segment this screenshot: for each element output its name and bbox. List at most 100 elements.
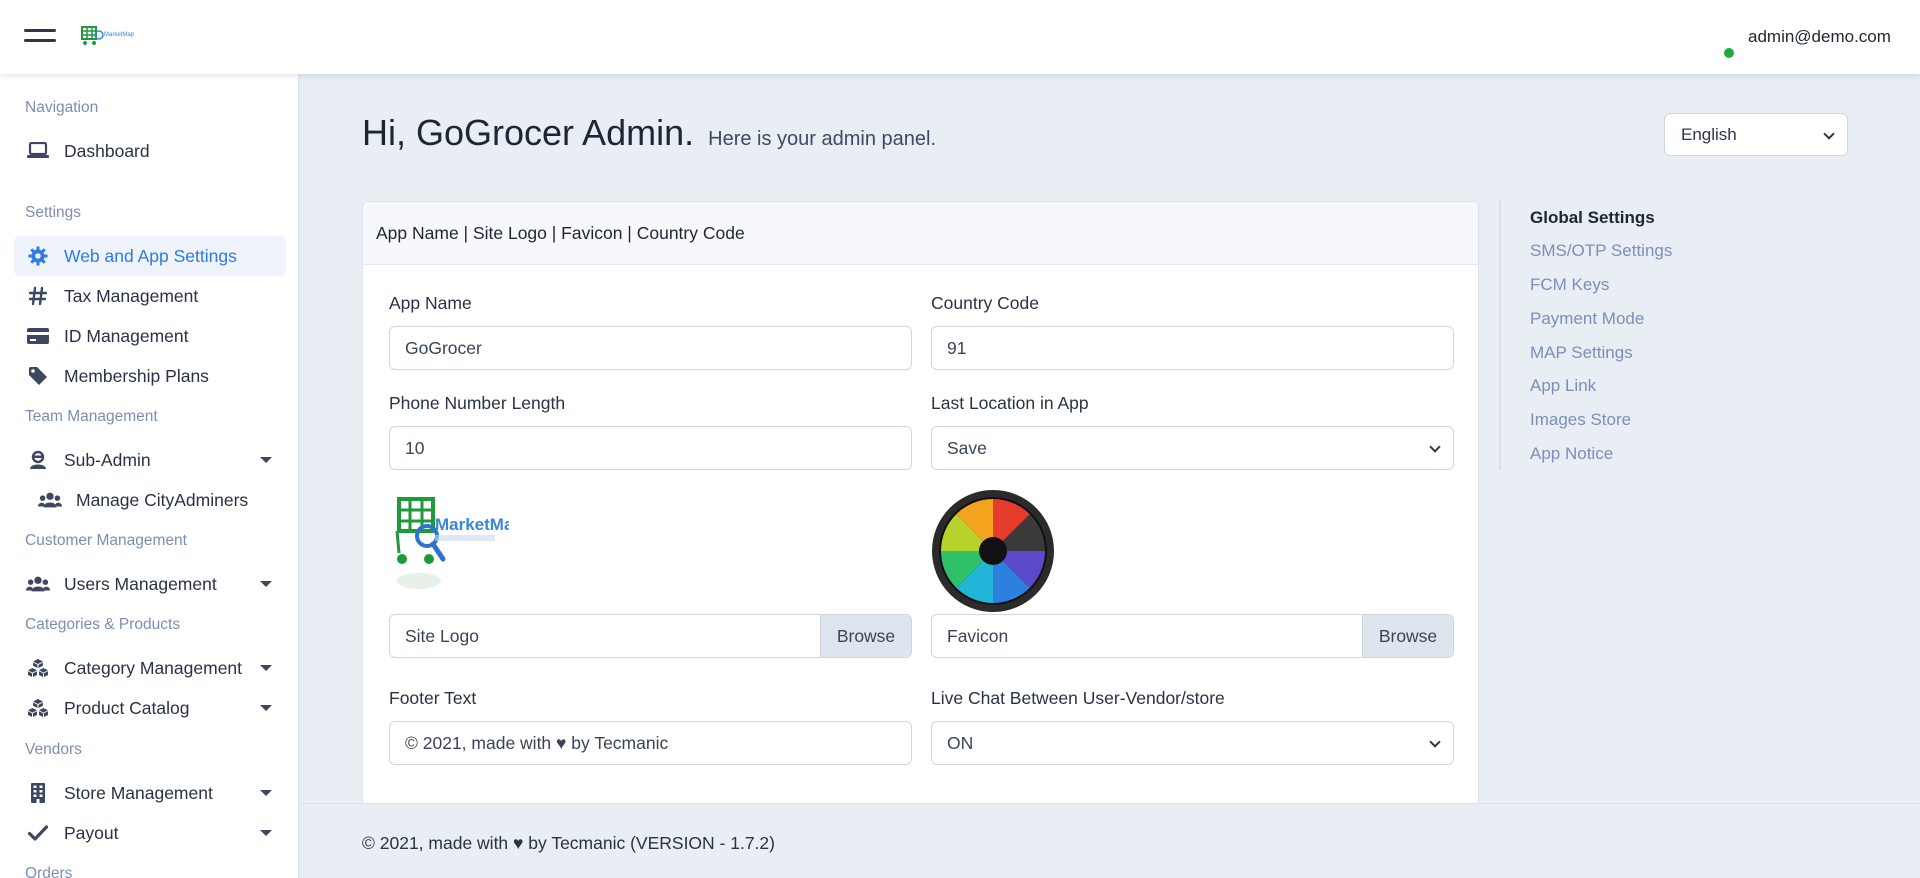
caret-down-icon <box>260 457 272 463</box>
card-header: App Name | Site Logo | Favicon | Country… <box>363 202 1478 265</box>
hashtag-icon <box>26 284 50 308</box>
user-secret-icon <box>26 448 50 472</box>
users-icon <box>26 572 50 596</box>
settings-card: App Name | Site Logo | Favicon | Country… <box>362 201 1479 878</box>
cubes-icon <box>26 656 50 680</box>
sidebar-item-payout[interactable]: Payout <box>14 813 286 853</box>
caret-down-icon <box>260 581 272 587</box>
sidebar-item-label: Tax Management <box>64 285 199 306</box>
greeting-title: Hi, GoGrocer Admin. <box>362 112 695 153</box>
favicon-browse-button[interactable]: Browse <box>1362 615 1453 657</box>
sidebar-heading-settings: Settings <box>25 204 82 221</box>
nav-sms-otp-settings[interactable]: SMS/OTP Settings <box>1530 241 1672 261</box>
cubes-icon <box>26 696 50 720</box>
sidebar: Navigation Dashboard Settings Web and Ap… <box>0 74 299 878</box>
sidebar-item-label: Store Management <box>64 782 213 803</box>
last-location-label: Last Location in App <box>931 393 1089 413</box>
app-name-input[interactable]: GoGrocer <box>389 326 912 370</box>
nav-app-notice[interactable]: App Notice <box>1530 444 1613 464</box>
sidebar-item-dashboard[interactable]: Dashboard <box>14 131 286 171</box>
favicon-file-label: Favicon <box>947 625 1009 646</box>
sidebar-heading-customer: Customer Management <box>25 532 187 549</box>
sidebar-item-tax-management[interactable]: Tax Management <box>14 276 286 316</box>
nav-fcm-keys[interactable]: FCM Keys <box>1530 275 1609 295</box>
sidebar-item-id-management[interactable]: ID Management <box>14 316 286 356</box>
sidebar-item-label: ID Management <box>64 325 189 346</box>
app-name-value: GoGrocer <box>405 337 482 358</box>
caret-down-icon <box>260 830 272 836</box>
nav-global-settings[interactable]: Global Settings <box>1530 208 1655 228</box>
phone-length-input[interactable]: 10 <box>389 426 912 470</box>
live-chat-value: ON <box>947 732 974 753</box>
top-bar: MarketMap admin@demo.com <box>0 0 1920 74</box>
nav-payment-mode[interactable]: Payment Mode <box>1530 309 1644 329</box>
chevron-down-icon <box>1823 128 1835 140</box>
language-select-value: English <box>1681 124 1737 144</box>
footer-text-input[interactable]: © 2021, made with ♥ by Tecmanic <box>389 721 912 765</box>
page-footer: © 2021, made with ♥ by Tecmanic (VERSION… <box>300 803 1920 878</box>
live-chat-select[interactable]: ON <box>931 721 1454 765</box>
site-logo-file-label: Site Logo <box>405 625 479 646</box>
users-icon <box>38 488 62 512</box>
footer-copyright: © 2021, made with ♥ by Tecmanic (VERSION… <box>362 833 775 853</box>
gear-icon <box>26 244 50 268</box>
footer-text-label: Footer Text <box>389 688 477 708</box>
menu-toggle-icon[interactable] <box>24 29 56 45</box>
caret-down-icon <box>260 705 272 711</box>
sidebar-item-label: Membership Plans <box>64 365 209 386</box>
country-code-label: Country Code <box>931 293 1039 313</box>
sidebar-item-label: Category Management <box>64 657 243 678</box>
nav-images-store[interactable]: Images Store <box>1530 410 1631 430</box>
sidebar-heading-vendors: Vendors <box>25 741 82 758</box>
user-email[interactable]: admin@demo.com <box>1748 27 1891 47</box>
chevron-down-icon <box>1429 441 1441 453</box>
sidebar-item-label: Product Catalog <box>64 697 190 718</box>
svg-text:MarketMap: MarketMap <box>435 515 509 534</box>
sidebar-item-users-management[interactable]: Users Management <box>14 564 286 604</box>
sidebar-item-manage-city-admins[interactable]: Manage CityAdminers <box>26 480 286 520</box>
phone-length-label: Phone Number Length <box>389 393 566 413</box>
svg-text:MarketMap: MarketMap <box>104 32 134 38</box>
nav-app-link[interactable]: App Link <box>1530 376 1596 396</box>
country-code-input[interactable]: 91 <box>931 326 1454 370</box>
sidebar-item-sub-admin[interactable]: Sub-Admin <box>14 440 286 480</box>
sidebar-item-category-management[interactable]: Category Management <box>14 648 286 688</box>
sidebar-item-label: Web and App Settings <box>64 245 237 266</box>
language-select[interactable]: English <box>1664 113 1848 156</box>
credit-card-icon <box>26 324 50 348</box>
favicon-preview <box>932 490 1054 612</box>
sidebar-item-label: Payout <box>64 822 119 843</box>
caret-down-icon <box>260 790 272 796</box>
sidebar-heading-team: Team Management <box>25 408 158 425</box>
chevron-down-icon <box>1429 736 1441 748</box>
phone-length-value: 10 <box>405 437 425 458</box>
check-icon <box>26 821 50 845</box>
live-chat-label: Live Chat Between User-Vendor/store <box>931 688 1225 708</box>
sidebar-item-membership-plans[interactable]: Membership Plans <box>14 356 286 396</box>
last-location-select[interactable]: Save <box>931 426 1454 470</box>
sidebar-item-label: Dashboard <box>64 140 150 161</box>
favicon-file-input[interactable]: Favicon Browse <box>931 614 1454 658</box>
sidebar-item-label: Sub-Admin <box>64 449 151 470</box>
building-icon <box>26 781 50 805</box>
online-status-dot <box>1724 48 1734 58</box>
sidebar-item-label: Users Management <box>64 573 217 594</box>
sidebar-item-product-catalog[interactable]: Product Catalog <box>14 688 286 728</box>
sidebar-item-store-management[interactable]: Store Management <box>14 773 286 813</box>
site-logo-browse-button[interactable]: Browse <box>820 615 911 657</box>
country-code-value: 91 <box>947 337 967 358</box>
site-logo-preview: MarketMap <box>395 497 509 589</box>
laptop-icon <box>26 139 50 163</box>
sidebar-heading-orders: Orders <box>25 865 73 878</box>
sidebar-heading-navigation: Navigation <box>25 99 99 116</box>
brand-logo[interactable]: MarketMap <box>80 23 134 47</box>
caret-down-icon <box>260 665 272 671</box>
app-name-label: App Name <box>389 293 472 313</box>
sidebar-item-web-app-settings[interactable]: Web and App Settings <box>14 236 286 276</box>
nav-map-settings[interactable]: MAP Settings <box>1530 343 1633 363</box>
card-title: App Name | Site Logo | Favicon | Country… <box>376 222 745 243</box>
last-location-value: Save <box>947 437 987 458</box>
site-logo-file-input[interactable]: Site Logo Browse <box>389 614 912 658</box>
footer-text-value: © 2021, made with ♥ by Tecmanic <box>405 732 669 753</box>
sidebar-item-label: Manage CityAdminers <box>76 489 249 510</box>
